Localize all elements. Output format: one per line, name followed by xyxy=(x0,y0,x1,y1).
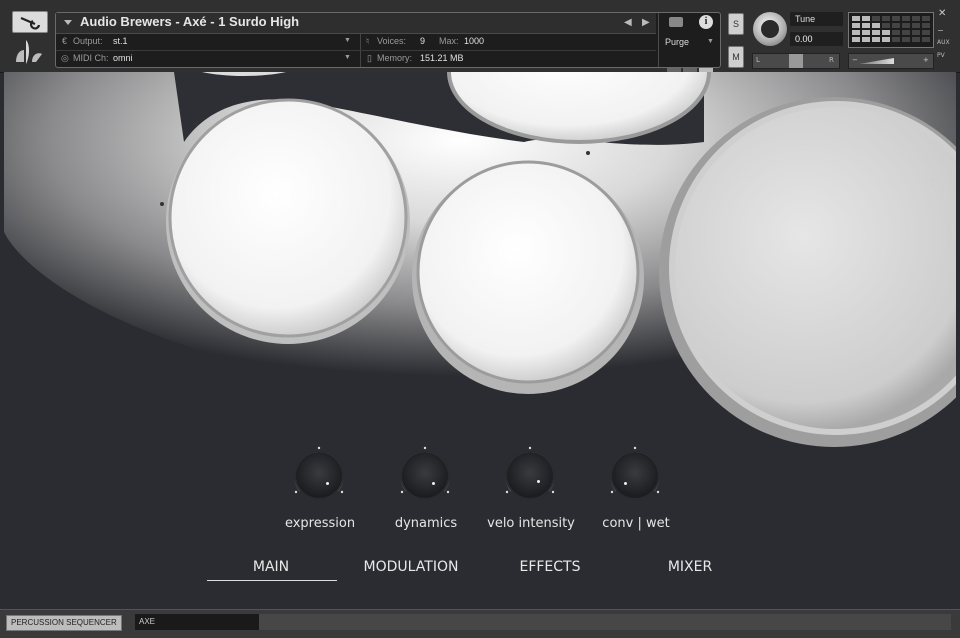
volume-plus-icon: + xyxy=(923,56,929,64)
purge-button[interactable]: Purge xyxy=(665,37,689,47)
close-instrument-icon[interactable]: ✕ xyxy=(938,8,946,19)
wrench-edit-button[interactable] xyxy=(12,11,48,33)
memory-value: 151.21 MB xyxy=(420,53,464,63)
snapshot-purge-panel: i Purge ▼ xyxy=(658,13,721,72)
tab-effects[interactable]: EFFECTS xyxy=(485,559,615,575)
midi-dropdown-icon[interactable]: ▼ xyxy=(344,54,351,61)
footer-bar: PERCUSSION SEQUENCER AXE xyxy=(0,609,960,638)
expression-label: expression xyxy=(284,516,356,531)
output-icon: € xyxy=(62,36,68,46)
conv-wet-label: conv | wet xyxy=(602,516,670,531)
volume-minus-icon: − xyxy=(852,56,858,64)
midi-channel-value[interactable]: omni xyxy=(113,53,133,63)
axe-tab[interactable]: AXE xyxy=(135,614,259,630)
tune-value[interactable]: 0.00 xyxy=(790,32,843,46)
prev-instrument-icon[interactable]: ◀ xyxy=(624,17,632,28)
conv-wet-knob[interactable] xyxy=(612,452,658,498)
purge-indicator xyxy=(667,57,717,72)
output-dropdown-icon[interactable]: ▼ xyxy=(344,37,351,44)
output-value[interactable]: st.1 xyxy=(113,36,128,46)
conv-wet-control: conv | wet xyxy=(576,446,696,538)
velo-intensity-control: velo intensity xyxy=(471,446,591,538)
info-icon[interactable]: i xyxy=(699,15,713,29)
instrument-title[interactable]: Audio Brewers - Axé - 1 Surdo High xyxy=(80,14,299,29)
camera-icon[interactable] xyxy=(669,17,683,27)
footer-empty-area xyxy=(259,614,951,630)
divider xyxy=(360,51,361,67)
memory-icon: ▯ xyxy=(367,53,372,63)
divider xyxy=(360,34,361,50)
voices-icon: ♮ xyxy=(366,36,370,46)
volume-fill xyxy=(859,58,894,64)
dynamics-control: dynamics xyxy=(366,446,486,538)
tab-mixer[interactable]: MIXER xyxy=(625,559,755,575)
pan-right-label: R xyxy=(829,56,834,64)
tune-knob[interactable] xyxy=(753,12,787,46)
audio-brewers-logo-icon xyxy=(16,40,42,64)
voices-label: Voices: xyxy=(377,36,407,46)
volume-slider[interactable]: − + xyxy=(848,53,934,69)
tab-modulation[interactable]: MODULATION xyxy=(346,559,476,575)
voices-value: 9 xyxy=(420,36,426,46)
dynamics-knob[interactable] xyxy=(402,452,448,498)
add-plus-icon[interactable]: + xyxy=(922,168,942,192)
midi-icon: ◎ xyxy=(61,53,69,63)
velo-intensity-knob[interactable] xyxy=(507,452,553,498)
expression-control: expression xyxy=(260,446,380,538)
midi-memory-row: ◎ MIDI Ch: omni ▼ ▯ Memory: 151.21 MB xyxy=(56,51,656,67)
wrench-icon xyxy=(20,16,41,30)
memory-label: Memory: xyxy=(377,53,413,63)
output-label: Output: xyxy=(73,36,103,46)
instrument-menu-chevron-icon[interactable] xyxy=(64,20,72,25)
kontakt-instrument-window: Audio Brewers - Axé - 1 Surdo High ◀ ▶ €… xyxy=(0,0,960,638)
max-label: Max: xyxy=(439,36,459,46)
purge-dropdown-icon[interactable]: ▼ xyxy=(707,38,714,45)
max-voices-value[interactable]: 1000 xyxy=(464,36,484,46)
pan-slider[interactable]: L R xyxy=(752,53,840,69)
expression-knob[interactable] xyxy=(296,452,342,498)
dynamics-label: dynamics xyxy=(394,516,458,531)
instrument-title-row: Audio Brewers - Axé - 1 Surdo High ◀ ▶ xyxy=(56,13,656,34)
midi-channel-label: MIDI Ch: xyxy=(73,53,109,63)
tab-main[interactable]: MAIN xyxy=(206,559,336,575)
aux-label[interactable]: AUX xyxy=(937,39,950,46)
velo-intensity-label: velo intensity xyxy=(487,516,575,531)
mute-button[interactable]: M xyxy=(728,46,744,68)
pan-handle[interactable] xyxy=(789,54,803,68)
minimize-icon[interactable]: − xyxy=(937,26,944,35)
instrument-header: Audio Brewers - Axé - 1 Surdo High ◀ ▶ €… xyxy=(0,0,960,73)
tune-label: Tune xyxy=(790,12,843,26)
instrument-info-box: Audio Brewers - Axé - 1 Surdo High ◀ ▶ €… xyxy=(55,12,721,72)
level-meter xyxy=(848,12,934,48)
pan-left-label: L xyxy=(756,56,760,64)
next-instrument-icon[interactable]: ▶ xyxy=(642,17,650,28)
pv-label[interactable]: PV xyxy=(937,52,945,59)
output-voices-row: € Output: st.1 ▼ ♮ Voices: 9 Max: 1000 xyxy=(56,34,656,51)
active-tab-underline xyxy=(207,580,337,581)
percussion-sequencer-tab[interactable]: PERCUSSION SEQUENCER xyxy=(6,615,122,631)
solo-button[interactable]: S xyxy=(728,13,744,35)
